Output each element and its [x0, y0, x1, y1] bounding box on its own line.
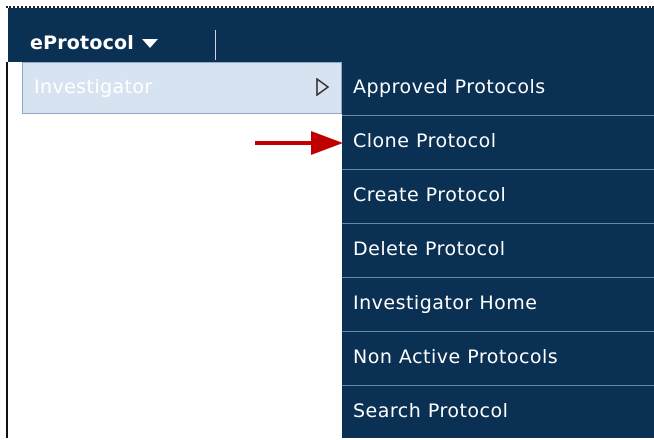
- submenu-item-approved-protocols[interactable]: Approved Protocols: [342, 62, 654, 116]
- submenu-item-label: Investigator Home: [353, 292, 538, 314]
- eprotocol-menu[interactable]: eProtocol: [30, 28, 158, 58]
- submenu-item-search-protocol[interactable]: Search Protocol: [342, 386, 654, 440]
- submenu-item-investigator-home[interactable]: Investigator Home: [342, 278, 654, 332]
- submenu-item-label: Delete Protocol: [353, 238, 506, 260]
- menu-item-investigator-label: Investigator: [34, 76, 153, 98]
- red-arrow-icon: [255, 131, 343, 155]
- submenu-item-non-active-protocols[interactable]: Non Active Protocols: [342, 332, 654, 386]
- submenu-item-label: Clone Protocol: [353, 130, 497, 152]
- submenu-item-create-protocol[interactable]: Create Protocol: [342, 170, 654, 224]
- submenu-item-delete-protocol[interactable]: Delete Protocol: [342, 224, 654, 278]
- submenu-item-label: Create Protocol: [353, 184, 507, 206]
- nav-separator: [215, 30, 216, 60]
- submenu-item-label: Approved Protocols: [353, 76, 546, 98]
- submenu-item-label: Search Protocol: [353, 400, 509, 422]
- menu-item-investigator[interactable]: Investigator: [22, 62, 342, 114]
- eprotocol-menu-label: eProtocol: [30, 32, 134, 54]
- submenu-item-label: Non Active Protocols: [353, 346, 559, 368]
- chevron-down-icon: [142, 38, 158, 48]
- screenshot-frame: eProtocol Investigator Approved Protocol…: [0, 0, 654, 438]
- submenu-item-clone-protocol[interactable]: Clone Protocol: [342, 116, 654, 170]
- submenu-arrow-icon: [316, 78, 330, 96]
- left-border: [6, 62, 8, 438]
- investigator-submenu: Approved Protocols Clone Protocol Create…: [342, 62, 654, 438]
